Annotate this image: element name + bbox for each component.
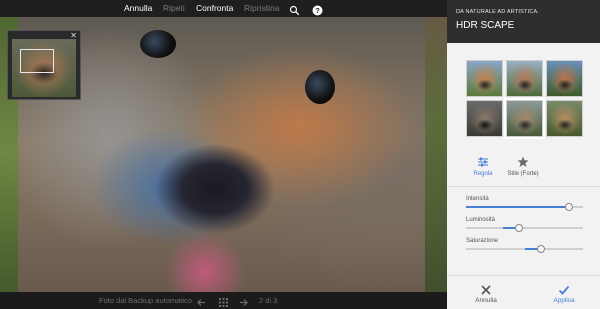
navigator-viewport-frame[interactable] — [20, 49, 54, 73]
intensity-label: Intensità — [466, 196, 489, 202]
intensity-slider-fill — [466, 206, 569, 208]
style-preset-4[interactable] — [466, 100, 503, 137]
svg-text:?: ? — [315, 6, 320, 15]
source-label: Foto dal Backup automatico — [99, 296, 192, 305]
arrow-left-icon[interactable] — [196, 295, 207, 306]
check-icon — [558, 283, 570, 295]
sliders-icon — [477, 155, 489, 167]
navigator-preview[interactable]: ✕ — [7, 30, 81, 100]
panel-header: DA NATURALE AD ARTISTICA. HDR SCAPE — [447, 0, 600, 43]
style-preset-6[interactable] — [546, 100, 583, 137]
photo-counter: 2 di 3 — [259, 296, 278, 305]
actions-divider — [447, 275, 600, 276]
adjust-tabs: Regola Stile (Forte) — [447, 152, 600, 182]
brightness-slider[interactable] — [466, 224, 583, 232]
compare-button[interactable]: Confronta — [196, 3, 233, 14]
panel-subtitle: DA NATURALE AD ARTISTICA. — [456, 9, 540, 15]
photo-grass-right — [425, 17, 447, 292]
search-icon[interactable] — [289, 3, 300, 16]
tab-stile-label: Stile (Forte) — [507, 171, 539, 177]
brightness-slider-handle[interactable] — [515, 224, 523, 232]
apply-label: Applica — [553, 297, 575, 304]
panel-title: HDR SCAPE — [456, 20, 515, 31]
undo-button[interactable]: Annulla — [124, 3, 152, 14]
intensity-slider[interactable] — [466, 203, 583, 211]
brightness-label: Luminosità — [466, 217, 496, 223]
restore-button[interactable]: Ripristina — [244, 3, 279, 14]
panel-divider — [447, 186, 600, 187]
tab-stile[interactable]: Stile (Forte) — [498, 152, 548, 182]
cancel-button[interactable]: Annulla — [461, 280, 511, 309]
style-preset-1[interactable] — [466, 60, 503, 97]
app-window: Annulla Ripeti Confronta Ripristina ? ✕ … — [0, 0, 600, 309]
photo-eye-right — [305, 70, 335, 104]
star-icon — [517, 155, 529, 167]
saturation-label: Saturazione — [466, 238, 499, 244]
saturation-slider-handle[interactable] — [537, 245, 545, 253]
photo-eye-left — [140, 30, 176, 58]
close-icon — [480, 283, 492, 295]
redo-button[interactable]: Ripeti — [163, 3, 185, 14]
saturation-slider[interactable] — [466, 245, 583, 253]
bottom-bar: Foto dal Backup automatico 2 di 3 — [0, 292, 447, 309]
editor-area: Annulla Ripeti Confronta Ripristina ? ✕ … — [0, 0, 447, 309]
help-icon[interactable]: ? — [312, 3, 323, 16]
arrow-right-icon[interactable] — [238, 295, 249, 306]
intensity-slider-handle[interactable] — [565, 203, 573, 211]
apply-button[interactable]: Applica — [539, 280, 589, 309]
style-preset-2[interactable] — [506, 60, 543, 97]
top-toolbar: Annulla Ripeti Confronta Ripristina ? — [0, 0, 447, 17]
grid-icon[interactable] — [218, 295, 229, 307]
edit-panel: DA NATURALE AD ARTISTICA. HDR SCAPE Rego… — [447, 0, 600, 309]
style-presets-grid — [466, 60, 584, 139]
style-preset-5[interactable] — [504, 98, 545, 139]
style-preset-3[interactable] — [546, 60, 583, 97]
panel-actions: Annulla Applica — [447, 280, 600, 309]
cancel-label: Annulla — [475, 297, 497, 304]
